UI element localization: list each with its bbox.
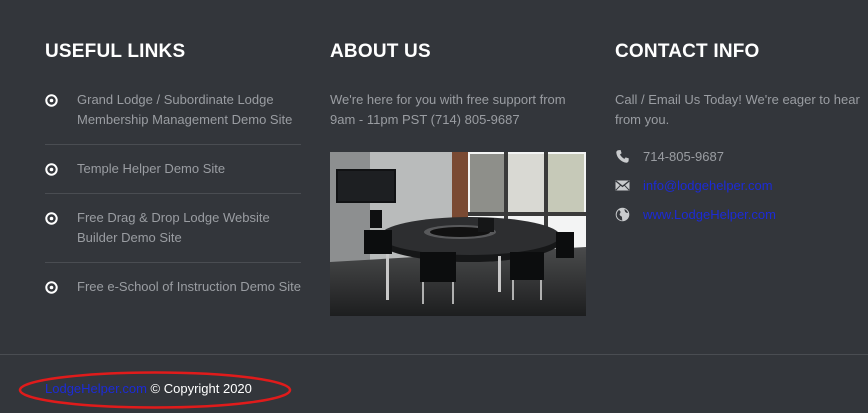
contact-text: Call / Email Us Today! We're eager to he…	[615, 92, 860, 127]
contact-phone-row: 714-805-9687	[615, 148, 865, 177]
about-column: ABOUT US We're here for you with free su…	[330, 40, 586, 316]
envelope-icon	[615, 180, 630, 191]
useful-link-item[interactable]: Temple Helper Demo Site	[45, 159, 301, 194]
globe-icon	[615, 207, 630, 222]
copyright-text: © Copyright 2020	[150, 381, 252, 396]
contact-phone: 714-805-9687	[643, 149, 724, 164]
useful-link-label[interactable]: Free Drag & Drop Lodge Website Builder D…	[77, 210, 270, 245]
circle-dot-icon	[45, 163, 58, 176]
contact-heading: CONTACT INFO	[615, 41, 760, 62]
about-heading: ABOUT US	[330, 41, 431, 62]
useful-links-heading: USEFUL LINKS	[45, 41, 186, 62]
contact-list: 714-805-9687 info@lodgehelper.com www.Lo…	[615, 148, 865, 235]
useful-link-item[interactable]: Grand Lodge / Subordinate Lodge Membersh…	[45, 90, 301, 145]
useful-link-item[interactable]: Free e-School of Instruction Demo Site	[45, 277, 301, 311]
copyright-bar: LodgeHelper.com © Copyright 2020	[45, 381, 252, 397]
footer-divider	[0, 354, 868, 355]
useful-link-label[interactable]: Free e-School of Instruction Demo Site	[77, 279, 301, 294]
contact-email-link[interactable]: info@lodgehelper.com	[643, 178, 773, 193]
useful-links-list: Grand Lodge / Subordinate Lodge Membersh…	[45, 90, 301, 311]
useful-link-item[interactable]: Free Drag & Drop Lodge Website Builder D…	[45, 208, 301, 263]
useful-links-column: USEFUL LINKS Grand Lodge / Subordinate L…	[45, 40, 301, 325]
site-footer: USEFUL LINKS Grand Lodge / Subordinate L…	[0, 0, 868, 413]
circle-dot-icon	[45, 212, 58, 225]
contact-column: CONTACT INFO Call / Email Us Today! We'r…	[615, 40, 865, 235]
site-home-link[interactable]: LodgeHelper.com	[45, 381, 147, 396]
circle-dot-icon	[45, 281, 58, 294]
useful-link-label[interactable]: Grand Lodge / Subordinate Lodge Membersh…	[77, 92, 292, 127]
contact-email-row: info@lodgehelper.com	[615, 177, 865, 206]
phone-icon	[616, 150, 629, 163]
conference-room-photo	[330, 152, 586, 316]
contact-website-link[interactable]: www.LodgeHelper.com	[643, 207, 776, 222]
useful-link-label[interactable]: Temple Helper Demo Site	[77, 161, 225, 176]
contact-website-row: www.LodgeHelper.com	[615, 206, 865, 235]
about-text: We're here for you with free support fro…	[330, 92, 566, 127]
circle-dot-icon	[45, 94, 58, 107]
